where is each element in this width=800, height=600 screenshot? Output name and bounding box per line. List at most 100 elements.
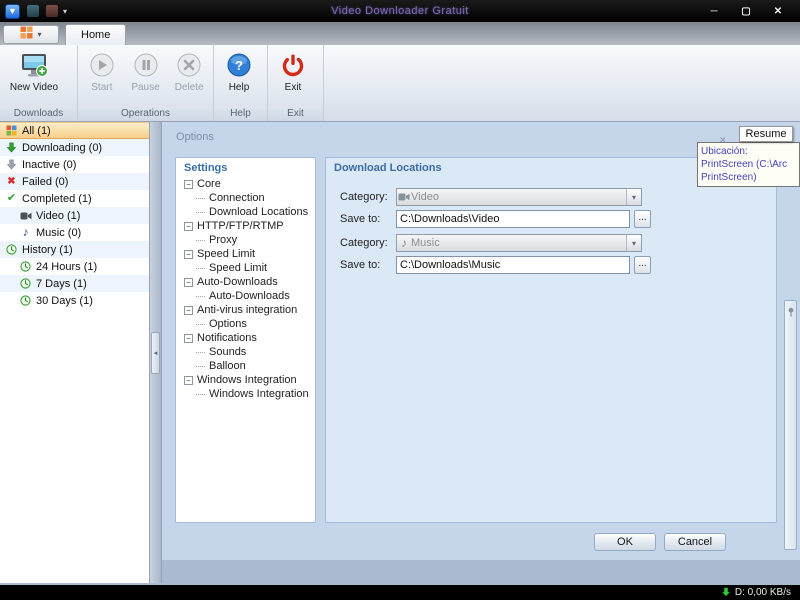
cancel-button[interactable]: Cancel (664, 533, 726, 551)
power-icon (279, 51, 307, 79)
status-bar: D: 0,00 KB/s (0, 585, 800, 600)
pause-button[interactable]: Pause (125, 48, 167, 105)
exit-button[interactable]: Exit (271, 48, 315, 105)
tree-connector (196, 323, 205, 325)
help-label: Help (228, 82, 250, 93)
tree-collapse-icon[interactable] (184, 179, 193, 189)
download-locations-groupbox: Download Locations Category: Video Save … (325, 157, 777, 523)
new-video-label: New Video (9, 82, 59, 93)
sidebar-item-video[interactable]: Video (1) (0, 207, 149, 224)
sidebar-item-30-days[interactable]: 30 Days (1) (0, 292, 149, 309)
sidebar-item-label: Downloading (0) (22, 141, 103, 154)
settings-tree-item-antivirus[interactable]: Anti-virus integration (176, 303, 315, 317)
settings-tree-item-windows-integration[interactable]: Windows Integration (176, 373, 315, 387)
start-button[interactable]: Start (81, 48, 123, 105)
sidebar-item-inactive[interactable]: Inactive (0) (0, 156, 149, 173)
tree-item-label: Anti-virus integration (197, 304, 298, 316)
settings-tree-item-core[interactable]: Core (176, 177, 315, 191)
sidebar-item-music[interactable]: ♪ Music (0) (0, 224, 149, 241)
settings-tree-item-speed-limit-child[interactable]: Speed Limit (176, 261, 315, 275)
pin-icon[interactable] (786, 304, 796, 322)
new-video-button[interactable]: New Video (3, 48, 65, 105)
autohide-panel-tab[interactable] (784, 300, 797, 550)
settings-tree-item-notifications[interactable]: Notifications (176, 331, 315, 345)
settings-tree-item-proxy[interactable]: Proxy (176, 233, 315, 247)
ribbon-group-label-exit: Exit (268, 106, 323, 121)
application-window: ▼ ▾ Video Downloader Gratuit ─ ▢ ✕ ▾ Hom… (0, 0, 800, 600)
tooltip-line-2: PrintScreen) (701, 172, 757, 183)
application-menu-button[interactable]: ▾ (3, 25, 59, 44)
collapse-sidebar-button[interactable]: ◂ (151, 331, 160, 374)
sidebar-item-all[interactable]: All (1) (0, 122, 149, 139)
tree-collapse-icon[interactable] (184, 277, 193, 287)
tree-item-label: Sounds (209, 346, 247, 358)
category-label: Category: (340, 191, 388, 203)
delete-button[interactable]: Delete (168, 48, 210, 105)
tree-connector (196, 393, 205, 395)
tree-collapse-icon[interactable] (184, 333, 193, 343)
settings-tree-item-download-locations[interactable]: Download Locations (176, 205, 315, 219)
close-button[interactable]: ✕ (766, 4, 790, 18)
tree-collapse-icon[interactable] (184, 305, 193, 315)
svg-text:?: ? (235, 58, 243, 73)
sidebar-item-completed[interactable]: ✔ Completed (1) (0, 190, 149, 207)
ribbon-group-exit: Exit Exit (268, 45, 324, 121)
tree-collapse-icon[interactable] (184, 375, 193, 385)
help-button[interactable]: ? Help (217, 48, 261, 105)
dropdown-arrow-icon[interactable] (626, 235, 641, 251)
settings-tree-item-balloon[interactable]: Balloon (176, 359, 315, 373)
title-bar: ▼ ▾ Video Downloader Gratuit ─ ▢ ✕ (0, 0, 800, 22)
settings-tree-item-http-ftp-rtmp[interactable]: HTTP/FTP/RTMP (176, 219, 315, 233)
settings-tree-item-windows-integration-child[interactable]: Windows Integration (176, 387, 315, 401)
tree-collapse-icon[interactable] (184, 249, 193, 259)
ok-button[interactable]: OK (594, 533, 656, 551)
tree-item-label: Windows Integration (209, 388, 309, 400)
sidebar-item-label: Video (1) (36, 209, 81, 222)
tab-home[interactable]: Home (65, 24, 127, 45)
maximize-button[interactable]: ▢ (734, 4, 758, 18)
tree-collapse-icon[interactable] (184, 221, 193, 231)
browse-video-button[interactable]: ... (634, 210, 651, 228)
settings-group-title: Settings (184, 162, 228, 174)
settings-tree-item-auto-downloads-child[interactable]: Auto-Downloads (176, 289, 315, 303)
sidebar-item-7-days[interactable]: 7 Days (1) (0, 275, 149, 292)
dropdown-arrow-icon[interactable] (626, 189, 641, 205)
help-circle-icon: ? (225, 51, 253, 79)
sidebar-item-24-hours[interactable]: 24 Hours (1) (0, 258, 149, 275)
settings-groupbox: Settings Core Connection Download Locati… (175, 157, 316, 523)
delete-circle-icon (175, 51, 203, 79)
tree-item-label: Options (209, 318, 247, 330)
save-to-music-input[interactable]: C:\Downloads\Music (396, 256, 630, 274)
tree-item-label: Auto-Downloads (197, 276, 278, 288)
tree-connector (196, 197, 205, 199)
tree-item-label: Windows Integration (197, 374, 297, 386)
category-video-value: Video (411, 191, 439, 203)
settings-tree-item-auto-downloads[interactable]: Auto-Downloads (176, 275, 315, 289)
tree-connector (196, 365, 205, 367)
browse-music-button[interactable]: ... (634, 256, 651, 274)
sidebar-item-history[interactable]: History (1) (0, 241, 149, 258)
resume-button[interactable]: Resume (739, 126, 793, 142)
category-music-dropdown[interactable]: ♪ Music (396, 234, 642, 252)
category-video-dropdown[interactable]: Video (396, 188, 642, 206)
categories-grid-icon (5, 124, 18, 137)
category-music-value: Music (411, 237, 440, 249)
tree-item-label: Core (197, 178, 221, 190)
ribbon-group-help: ? Help Help (214, 45, 268, 121)
settings-tree-item-speed-limit[interactable]: Speed Limit (176, 247, 315, 261)
sidebar-item-label: Failed (0) (22, 175, 69, 188)
pause-label: Pause (131, 82, 160, 93)
sidebar-item-failed[interactable]: ✖ Failed (0) (0, 173, 149, 190)
save-to-video-input[interactable]: C:\Downloads\Video (396, 210, 630, 228)
sidebar-splitter[interactable]: ◂ (150, 122, 162, 583)
start-label: Start (91, 82, 113, 93)
sidebar-item-label: 24 Hours (1) (36, 260, 98, 273)
save-to-label: Save to: (340, 213, 381, 225)
settings-tree-item-antivirus-options[interactable]: Options (176, 317, 315, 331)
minimize-button[interactable]: ─ (702, 4, 726, 18)
sidebar-item-downloading[interactable]: Downloading (0) (0, 139, 149, 156)
settings-tree-item-sounds[interactable]: Sounds (176, 345, 315, 359)
settings-tree-item-connection[interactable]: Connection (176, 191, 315, 205)
category-sidebar: All (1) Downloading (0) Inactive (0) ✖ F… (0, 122, 150, 583)
save-to-label: Save to: (340, 259, 381, 271)
